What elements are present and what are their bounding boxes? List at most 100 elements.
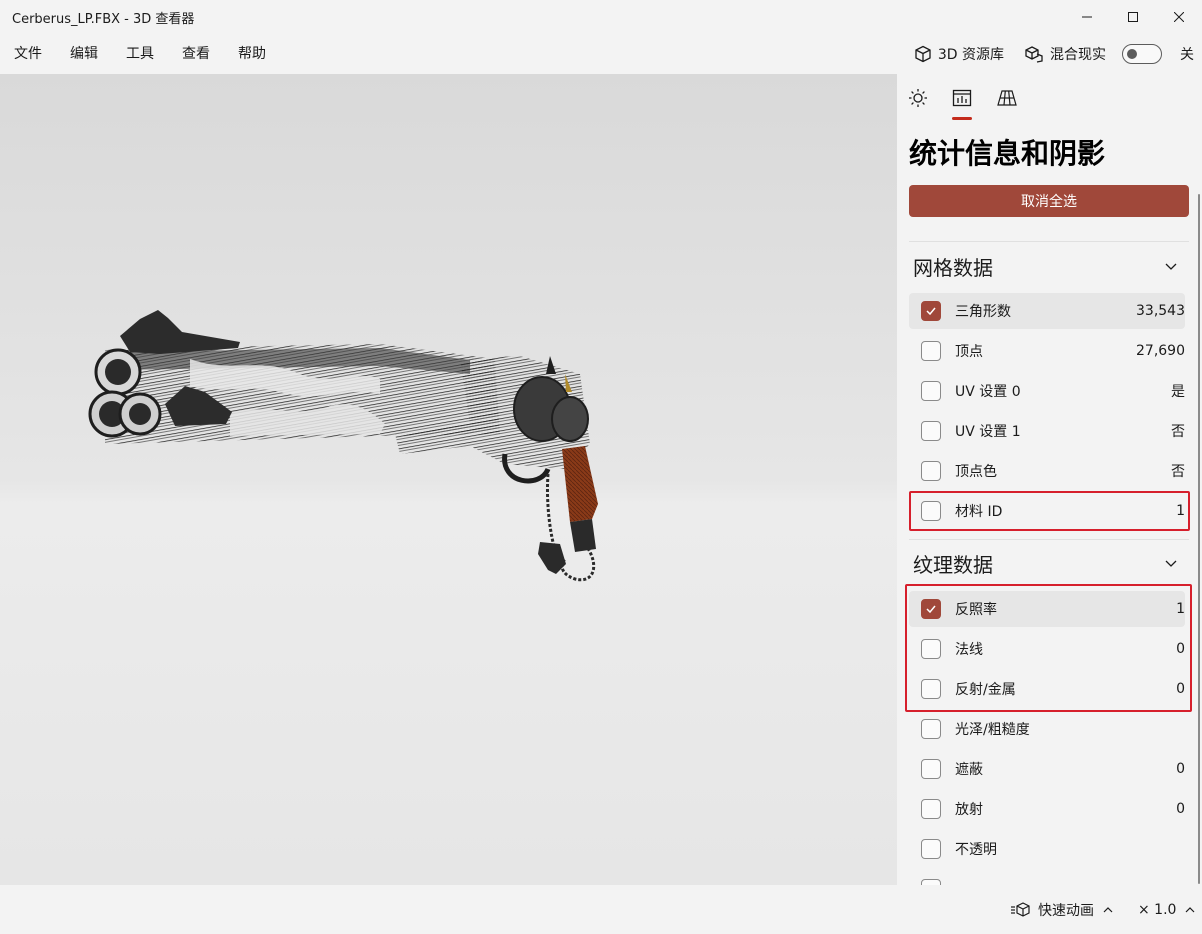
list-item-triangles[interactable]: 三角形数 33,543 [909,293,1185,329]
list-item-uv-set-0[interactable]: UV 设置 0 是 [909,373,1185,409]
cube-icon [915,45,931,63]
mixed-reality-toggle[interactable] [1122,44,1162,64]
speed-value: × 1.0 [1138,901,1177,918]
row-value: 是 [1171,384,1185,400]
chevron-down-icon [1165,263,1177,270]
mixed-reality-icon [1025,46,1043,63]
row-value: 否 [1171,464,1185,480]
row-label: 光泽/粗糙度 [955,722,1030,738]
3d-viewport[interactable] [0,74,897,885]
menu-right-group: 3D 资源库 混合现实 关 [906,34,1202,74]
list-item-normal[interactable]: 法线 0 [909,631,1185,667]
menu-help[interactable]: 帮助 [224,34,280,74]
list-item-emissive[interactable]: 放射 0 [909,791,1185,827]
close-button[interactable] [1156,0,1202,34]
row-label: 顶点 [955,344,983,360]
3d-library-label: 3D 资源库 [937,47,1004,63]
checkbox[interactable] [921,421,941,441]
row-label: 遮蔽 [955,762,983,778]
toggle-knob [1127,49,1137,59]
minimize-button[interactable] [1064,0,1110,34]
panel-tabs [897,74,1202,120]
window-controls [1064,0,1202,34]
tab-grid[interactable] [993,84,1021,112]
checkbox[interactable] [921,679,941,699]
row-value: 1 [1176,601,1185,617]
animation-cube-icon [1011,901,1030,917]
3d-library-button[interactable]: 3D 资源库 [906,34,1012,74]
grid-icon [997,90,1017,106]
row-value: 0 [1176,761,1185,777]
row-value: 否 [1171,424,1185,440]
row-label: 三角形数 [955,304,1011,320]
tab-lighting[interactable] [904,84,932,112]
divider [909,241,1189,242]
mesh-data-header[interactable]: 网格数据 [909,246,1189,286]
list-item-opacity[interactable]: 不透明 [909,831,1185,867]
quick-animation-label: 快速动画 [1038,902,1094,919]
menu-edit[interactable]: 编辑 [56,34,112,74]
checkbox[interactable] [921,599,941,619]
window-title: Cerberus_LP.FBX - 3D 查看器 [12,11,195,27]
minimize-icon [1082,16,1092,18]
row-value: 27,690 [1136,343,1185,359]
row-value: 0 [1176,641,1185,657]
list-item-vertices[interactable]: 顶点 27,690 [909,333,1185,369]
row-label: UV 设置 0 [955,384,1021,400]
quick-animation-button[interactable]: 快速动画 [1010,885,1114,934]
panel-title: 统计信息和阴影 [909,137,1106,170]
chevron-up-icon [1186,906,1195,912]
revolver-model[interactable] [0,74,897,885]
list-item-uv-set-1[interactable]: UV 设置 1 否 [909,413,1185,449]
scrollbar[interactable] [1198,194,1200,884]
close-icon [1174,12,1184,22]
statistics-icon [952,89,972,107]
menu-bar: 文件 编辑 工具 查看 帮助 3D 资源库 混合现实 关 [0,34,1202,74]
divider [909,539,1189,540]
checkbox[interactable] [921,381,941,401]
list-item-occlusion[interactable]: 遮蔽 0 [909,751,1185,787]
chevron-down-icon [1165,560,1177,567]
checkbox[interactable] [921,799,941,819]
row-label: 放射 [955,802,983,818]
tab-statistics[interactable] [948,84,976,120]
row-label: 顶点色 [955,464,997,480]
row-label: UV 设置 1 [955,424,1021,440]
checkbox[interactable] [921,639,941,659]
row-label: 不透明 [955,842,997,858]
row-value: 0 [1176,801,1185,817]
speed-selector[interactable]: × 1.0 [1138,885,1196,934]
checkbox[interactable] [921,759,941,779]
texture-data-label: 纹理数据 [913,552,993,577]
list-item-gloss-roughness[interactable]: 光泽/粗糙度 [909,711,1185,747]
menu-tools[interactable]: 工具 [112,34,168,74]
list-item-reflection-metal[interactable]: 反射/金属 0 [909,671,1185,707]
checkbox[interactable] [921,301,941,321]
mixed-reality-label: 混合现实 [1050,47,1106,63]
menu-file[interactable]: 文件 [0,34,56,74]
checkbox[interactable] [921,341,941,361]
maximize-button[interactable] [1110,0,1156,34]
checkbox[interactable] [921,839,941,859]
checkmark-icon [926,307,936,316]
row-label: 法线 [955,642,983,658]
list-item-vertex-color[interactable]: 顶点色 否 [909,453,1185,489]
list-item-partial[interactable] [909,871,1185,885]
mixed-reality-button[interactable]: 混合现实 关 [1016,34,1202,74]
row-label: 反射/金属 [955,682,1016,698]
row-label: 反照率 [955,602,997,618]
checkbox[interactable] [921,461,941,481]
checkbox[interactable] [921,719,941,739]
highlight-box-material [909,491,1190,531]
maximize-icon [1128,12,1138,22]
stats-panel: 统计信息和阴影 取消全选 网格数据 三角形数 33,543 顶点 27,690 … [897,74,1202,885]
deselect-all-button[interactable]: 取消全选 [909,185,1189,217]
row-value: 33,543 [1136,303,1185,319]
status-bar: 快速动画 × 1.0 [0,885,1202,934]
texture-data-header[interactable]: 纹理数据 [909,543,1189,583]
mesh-data-label: 网格数据 [913,255,993,280]
menu-view[interactable]: 查看 [168,34,224,74]
row-value: 0 [1176,681,1185,697]
list-item-albedo[interactable]: 反照率 1 [909,591,1185,627]
checkmark-icon [926,605,936,614]
